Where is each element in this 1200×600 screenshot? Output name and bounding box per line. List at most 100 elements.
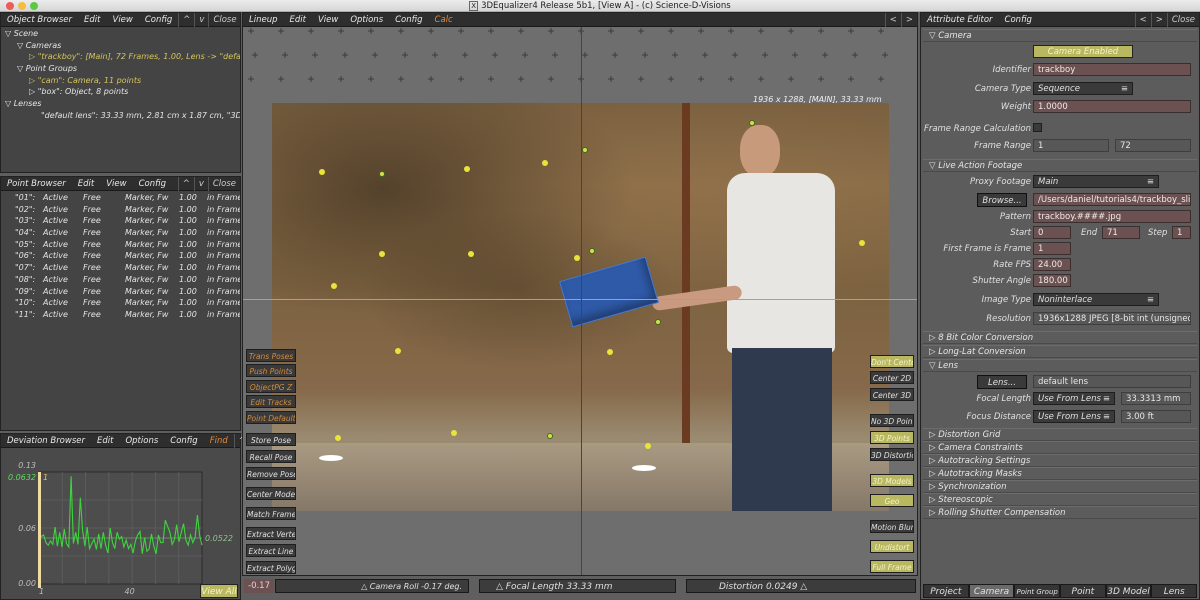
toggle-button[interactable]: Center 3D xyxy=(870,388,914,401)
menu-find[interactable]: Find xyxy=(204,436,234,446)
tree-item[interactable]: ▷ "box": Object, 8 points xyxy=(1,86,240,98)
frame-start-field[interactable]: 1 xyxy=(1033,139,1109,152)
focus-distance-mode-select[interactable]: Use From Lens ≡ xyxy=(1033,410,1115,423)
tree-item[interactable]: ▽ Lenses xyxy=(1,98,240,110)
tab-point[interactable]: Point xyxy=(1060,584,1106,598)
tool-button[interactable]: Push Points xyxy=(246,364,296,377)
start-field[interactable]: 0 xyxy=(1033,226,1071,239)
move-down-button[interactable]: v xyxy=(194,12,208,27)
track-marker[interactable] xyxy=(607,349,613,355)
track-marker[interactable] xyxy=(582,147,588,153)
section-lens[interactable]: ▽ Lens xyxy=(923,359,1197,372)
toggle-button[interactable]: Full Frame xyxy=(870,560,914,573)
path-field[interactable]: /Users/daniel/tutorials4/trackboy_slim/ xyxy=(1033,193,1191,206)
tool-button[interactable]: Extract Vertex xyxy=(246,527,296,540)
view-all-button[interactable]: View All xyxy=(200,584,238,598)
tab-lens[interactable]: Lens xyxy=(1151,584,1198,598)
distortion-slider[interactable]: Distortion 0.0249 △ xyxy=(686,579,916,593)
collapsed-section[interactable]: ▷ Autotracking Settings xyxy=(923,454,1197,467)
point-row[interactable]: "10": Active Free Marker, Fw 1.00 in Frame xyxy=(1,297,240,309)
collapsed-section[interactable]: ▷ Stereoscopic xyxy=(923,493,1197,506)
close-button[interactable]: Close xyxy=(208,12,240,27)
track-marker[interactable] xyxy=(749,120,755,126)
frame-range-calc-checkbox[interactable] xyxy=(1033,123,1042,132)
menu-config[interactable]: Config xyxy=(389,15,428,25)
toggle-button[interactable]: 3D Distortion xyxy=(870,448,914,461)
track-marker[interactable] xyxy=(331,283,337,289)
track-marker[interactable] xyxy=(542,160,548,166)
collapsed-section[interactable]: ▷ Camera Constraints xyxy=(923,441,1197,454)
step-field[interactable]: 1 xyxy=(1172,226,1191,239)
toggle-button[interactable]: 3D Points xyxy=(870,431,914,444)
track-marker[interactable] xyxy=(379,251,385,257)
menu-config[interactable]: Config xyxy=(164,436,203,446)
track-marker[interactable] xyxy=(859,240,865,246)
tool-button[interactable]: Center Models xyxy=(246,487,296,500)
shutter-angle-field[interactable]: 180.00 xyxy=(1033,274,1071,287)
tool-button[interactable]: Extract Line xyxy=(246,544,296,557)
zoom-window-icon[interactable] xyxy=(30,2,38,10)
proxy-footage-select[interactable]: Main ≡ xyxy=(1033,175,1159,188)
focal-length-mode-select[interactable]: Use From Lens ≡ xyxy=(1033,392,1115,405)
track-marker[interactable] xyxy=(395,348,401,354)
point-browser-title[interactable]: Point Browser xyxy=(1,179,72,189)
toggle-button[interactable]: No 3D Points xyxy=(870,414,914,427)
menu-edit[interactable]: Edit xyxy=(78,15,106,25)
first-frame-field[interactable]: 1 xyxy=(1033,242,1071,255)
point-row[interactable]: "02": Active Free Marker, Fw 1.00 in Frame xyxy=(1,204,240,216)
track-marker[interactable] xyxy=(451,430,457,436)
toggle-button[interactable]: Motion Blur xyxy=(870,520,914,533)
close-button[interactable]: Close xyxy=(1166,12,1199,27)
menu-calc[interactable]: Calc xyxy=(429,15,459,25)
tree-item[interactable]: "default lens": 33.33 mm, 2.81 cm x 1.87… xyxy=(1,110,240,122)
collapsed-section[interactable]: ▷ Rolling Shutter Compensation xyxy=(923,506,1197,519)
prev-button[interactable]: < xyxy=(1134,12,1151,27)
tree-item[interactable]: ▷ "cam": Camera, 11 points xyxy=(1,75,240,87)
menu-edit[interactable]: Edit xyxy=(284,15,312,25)
menu-view[interactable]: View xyxy=(312,15,344,25)
section-long-lat-conversion[interactable]: ▷ Long-Lat Conversion xyxy=(923,345,1197,358)
menu-lineup[interactable]: Lineup xyxy=(243,15,284,25)
section-8bit-color-conversion[interactable]: ▷ 8 Bit Color Conversion xyxy=(923,331,1197,344)
point-row[interactable]: "01": Active Free Marker, Fw 1.00 in Frame xyxy=(1,192,240,204)
close-button[interactable]: Close xyxy=(207,176,240,191)
tool-button[interactable]: Match Frame xyxy=(246,507,296,520)
tab-project[interactable]: Project xyxy=(923,584,969,598)
camera-roll-slider[interactable]: △ Camera Roll -0.17 deg. xyxy=(275,579,469,593)
track-marker[interactable] xyxy=(468,251,474,257)
attribute-editor-title[interactable]: Attribute Editor xyxy=(921,15,999,25)
tab-point-group[interactable]: Point Group xyxy=(1014,584,1061,598)
collapsed-section[interactable]: ▷ Synchronization xyxy=(923,480,1197,493)
toggle-button[interactable]: Undistort xyxy=(870,540,914,553)
lens-button[interactable]: Lens... xyxy=(977,375,1027,389)
point-row[interactable]: "11": Active Free Marker, Fw 1.00 in Frame xyxy=(1,309,240,321)
toggle-button[interactable]: Geo xyxy=(870,494,914,507)
menu-config[interactable]: Config xyxy=(133,179,172,189)
move-up-button[interactable]: ^ xyxy=(177,176,194,191)
track-marker[interactable] xyxy=(645,443,651,449)
menu-config[interactable]: Config xyxy=(139,15,178,25)
collapsed-section[interactable]: ▷ Distortion Grid xyxy=(923,428,1197,441)
tool-button[interactable]: Extract Polygon xyxy=(246,561,296,574)
track-marker[interactable] xyxy=(335,435,341,441)
track-marker[interactable] xyxy=(464,166,470,172)
point-row[interactable]: "09": Active Free Marker, Fw 1.00 in Frame xyxy=(1,286,240,298)
menu-options[interactable]: Options xyxy=(344,15,389,25)
browse-button[interactable]: Browse... xyxy=(977,193,1027,207)
tool-button[interactable]: Store Pose xyxy=(246,433,296,446)
toggle-button[interactable]: Don't Center xyxy=(870,355,914,368)
tool-button[interactable]: Remove Pose xyxy=(246,467,296,480)
point-row[interactable]: "08": Active Free Marker, Fw 1.00 in Frame xyxy=(1,274,240,286)
deviation-browser-title[interactable]: Deviation Browser xyxy=(1,436,91,446)
next-view-button[interactable]: > xyxy=(900,13,917,27)
section-live-action-footage[interactable]: ▽ Live Action Footage xyxy=(923,159,1197,172)
menu-edit[interactable]: Edit xyxy=(72,179,100,189)
end-field[interactable]: 71 xyxy=(1102,226,1140,239)
track-marker[interactable] xyxy=(574,255,580,261)
toggle-button[interactable]: Center 2D xyxy=(870,371,914,384)
move-up-button[interactable]: ^ xyxy=(178,12,194,27)
identifier-field[interactable]: trackboy xyxy=(1033,63,1191,76)
track-marker[interactable] xyxy=(589,248,595,254)
frame-end-field[interactable]: 72 xyxy=(1115,139,1191,152)
prev-view-button[interactable]: < xyxy=(884,13,901,27)
